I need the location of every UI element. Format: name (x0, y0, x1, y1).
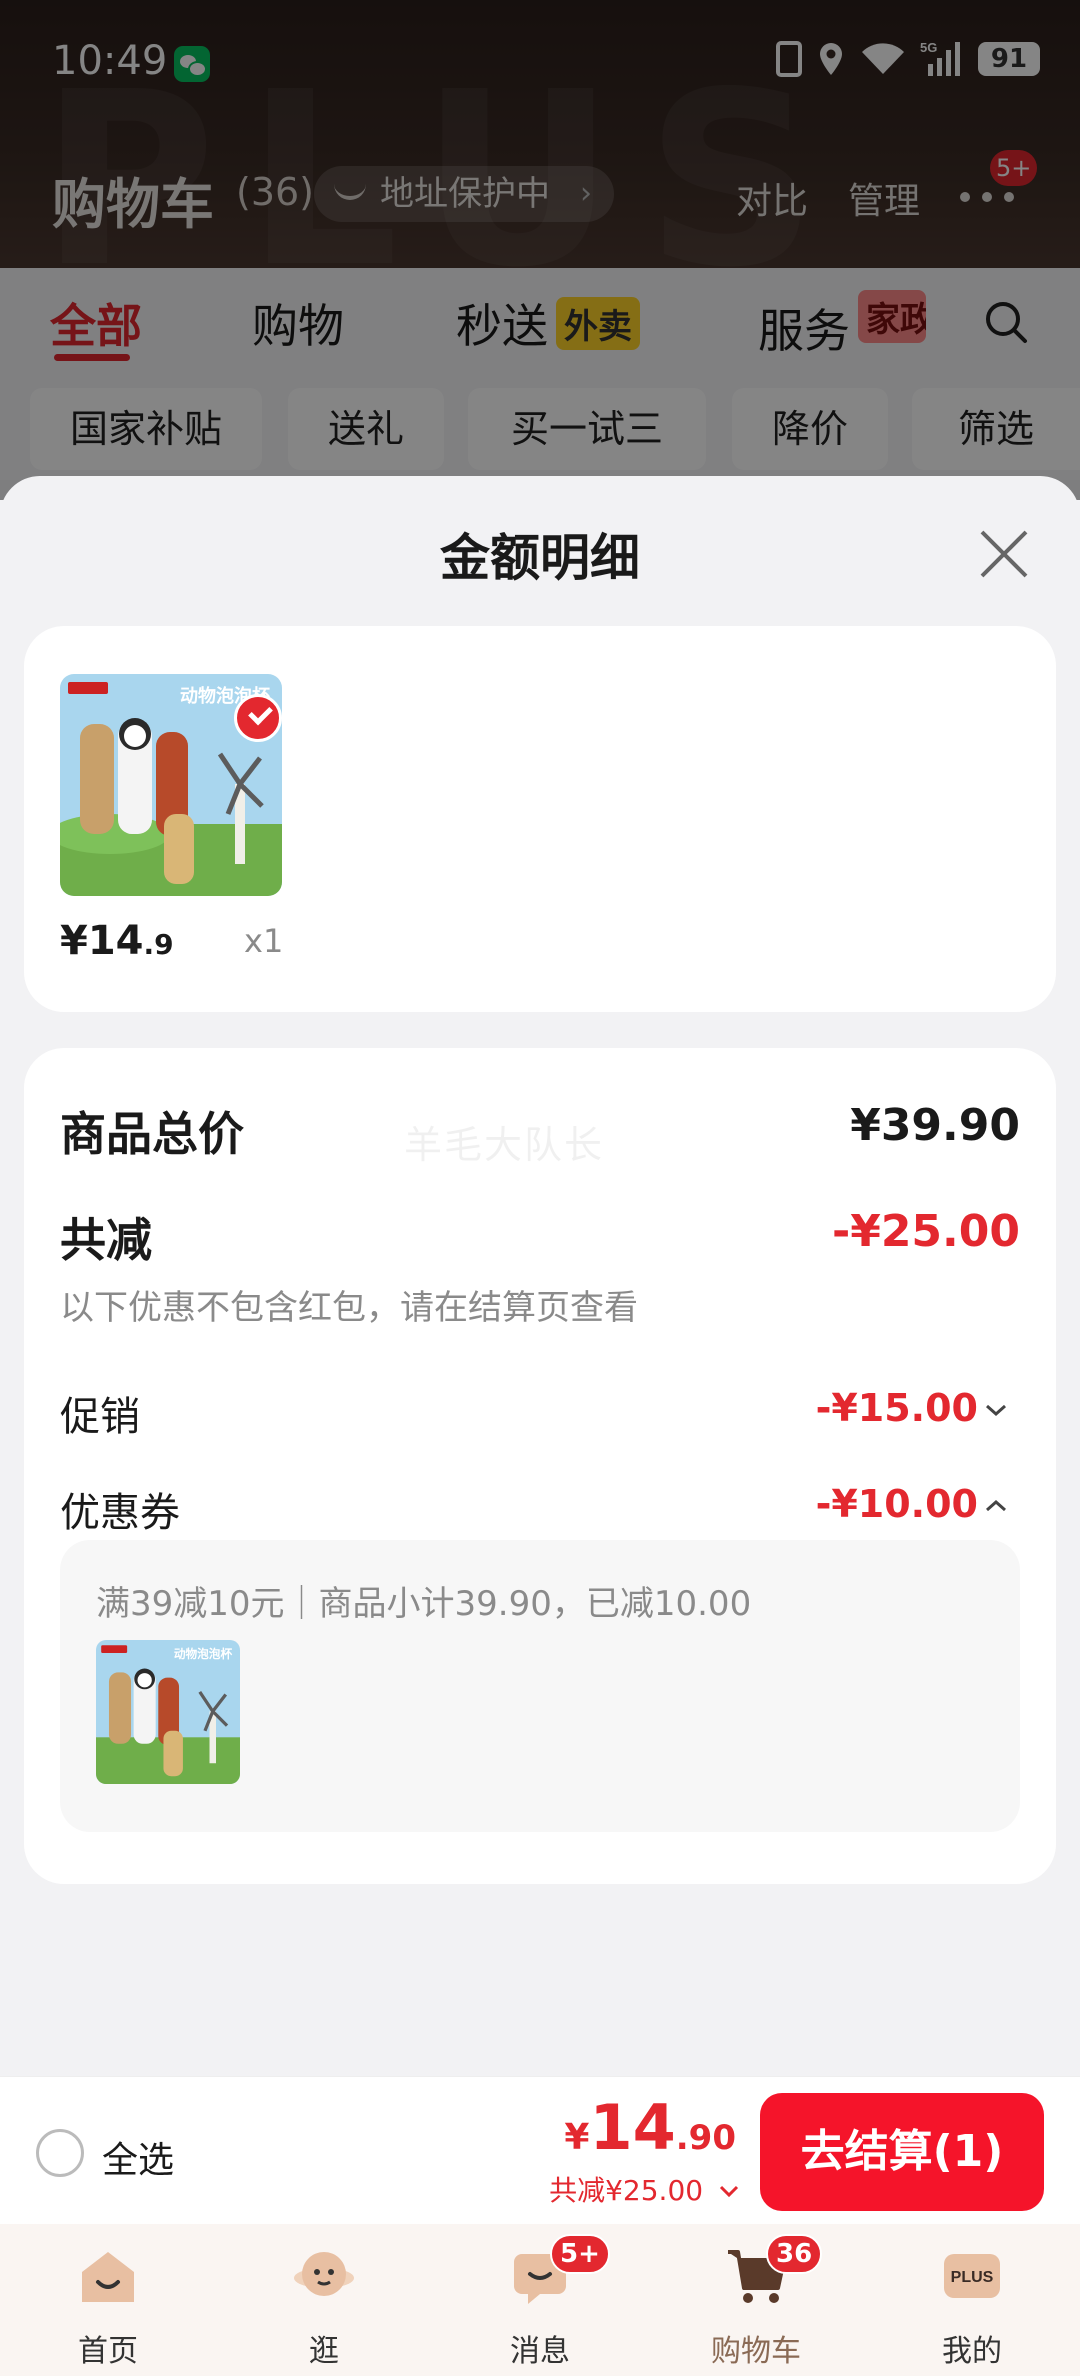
coupon-detail-box: 满39减10元｜商品小计39.90，已减10.00 动物泡泡杯 (60, 1540, 1020, 1832)
tabbar-messages-label: 消息 (510, 2334, 570, 2369)
watermark-text: 羊毛大队长 (404, 1123, 605, 1167)
coupon-value[interactable]: -¥10.00 (816, 1482, 978, 1526)
promotion-value[interactable]: -¥15.00 (816, 1386, 978, 1430)
coupon-product-thumbnail[interactable]: 动物泡泡杯 (96, 1640, 240, 1784)
select-all-radio[interactable] (36, 2129, 84, 2177)
tabbar-cart-label: 购物车 (711, 2334, 801, 2369)
discount-note: 以下优惠不包含红包，请在结算页查看 (60, 1288, 638, 1328)
discount-value: -¥25.00 (831, 1206, 1020, 1257)
product-price: ¥14.9 (60, 918, 174, 964)
selected-items-card: 动物泡泡杯 ¥14.9 x1 (24, 626, 1056, 1012)
svg-text:PLUS: PLUS (951, 2269, 994, 2286)
checkout-total-price: ¥14.90 (564, 2091, 736, 2164)
coupon-label: 优惠券 (60, 1490, 180, 1536)
checkout-button[interactable]: 去结算(1) (760, 2093, 1044, 2211)
total-discount-text: 共减¥25.00 (549, 2174, 704, 2207)
checkout-bar: 全选 ¥14.90 共减¥25.00 去结算(1) (0, 2076, 1080, 2224)
explore-icon (294, 2252, 354, 2296)
plus-icon: PLUS (944, 2254, 1000, 2298)
product-image: 动物泡泡杯 (96, 1640, 240, 1784)
total-dec: .90 (675, 2118, 736, 2158)
selected-check-icon[interactable] (234, 694, 282, 742)
chevron-down-icon[interactable] (984, 1402, 1008, 1418)
modal-dim-overlay[interactable] (0, 0, 1080, 500)
chevron-up-icon[interactable] (984, 1498, 1008, 1514)
tabbar-me[interactable]: PLUS 我的 (864, 2224, 1080, 2376)
tabbar-messages[interactable]: 5+ 消息 (432, 2224, 648, 2376)
product-price-dec: .9 (143, 928, 174, 961)
price-breakdown-card: 羊毛大队长 商品总价 ¥39.90 共减 -¥25.00 以下优惠不包含红包，请… (24, 1048, 1056, 1884)
chevron-down-icon (719, 2185, 739, 2198)
tabbar-explore[interactable]: 逛 (216, 2224, 432, 2376)
bottom-tab-bar: 首页 逛 5+ 消息 36 购物车 PLUS 我的 (0, 2224, 1080, 2376)
tabbar-explore-label: 逛 (309, 2334, 339, 2369)
total-price-label: 商品总价 (60, 1107, 244, 1161)
tabbar-cart[interactable]: 36 购物车 (648, 2224, 864, 2376)
tabbar-home[interactable]: 首页 (0, 2224, 216, 2376)
tabbar-me-label: 我的 (942, 2334, 1002, 2369)
close-icon[interactable] (976, 526, 1032, 582)
discount-label: 共减 (60, 1213, 152, 1267)
total-price-value: ¥39.90 (850, 1100, 1020, 1151)
total-int: 14 (589, 2091, 676, 2164)
select-all-label[interactable]: 全选 (102, 2131, 174, 2183)
svg-text:动物泡泡杯: 动物泡泡杯 (174, 1647, 233, 1661)
amount-detail-sheet: 金额明细 动物泡泡杯 ¥14.9 x1 羊毛大队长 商品总价 ¥39.90 共减… (0, 476, 1080, 2076)
product-thumbnail[interactable]: 动物泡泡杯 (60, 674, 282, 896)
home-icon (82, 2252, 134, 2302)
messages-badge: 5+ (550, 2234, 610, 2274)
total-discount-toggle[interactable]: 共减¥25.00 (549, 2169, 740, 2209)
product-quantity: x1 (244, 922, 284, 960)
cart-badge: 36 (766, 2234, 823, 2274)
product-price-int: ¥14 (60, 918, 144, 964)
promotion-label: 促销 (60, 1394, 140, 1440)
currency-symbol: ¥ (564, 2117, 590, 2158)
tabbar-home-label: 首页 (78, 2334, 138, 2369)
coupon-detail-text: 满39减10元｜商品小计39.90，已减10.00 (96, 1584, 752, 1624)
sheet-title: 金额明细 (440, 529, 640, 587)
